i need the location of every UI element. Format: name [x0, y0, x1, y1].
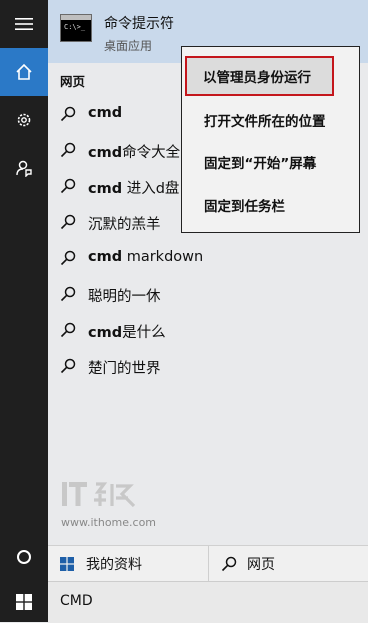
suggestion-rest-part: 楚门的世界	[88, 361, 161, 377]
suggestion-item[interactable]: cmd是什么	[48, 312, 368, 348]
suggestion-item[interactable]: cmd markdown	[48, 240, 368, 276]
bottom-tabs: 我的资料 网页	[48, 545, 368, 581]
suggestion-text: cmd是什么	[88, 321, 166, 342]
suggestion-bold-part: cmd	[88, 145, 123, 161]
command-prompt-icon: C:\>_	[60, 14, 92, 42]
suggestion-text: cmd	[88, 105, 122, 121]
suggestion-item[interactable]: 楚门的世界	[48, 348, 368, 384]
home-icon	[16, 63, 32, 80]
suggestion-text: cmd 进入d盘	[88, 177, 179, 198]
ithome-url: www.ithome.com	[61, 516, 157, 529]
my-stuff-tab[interactable]: 我的资料	[48, 546, 208, 581]
result-subtitle: 桌面应用	[104, 39, 153, 53]
suggestion-bold-part: cmd	[88, 105, 123, 121]
home-button[interactable]	[0, 48, 48, 96]
windows-logo-icon	[16, 593, 32, 610]
ithome-logo	[60, 478, 140, 514]
suggestion-rest-part: 进入d盘	[122, 181, 180, 197]
suggestion-text: 聪明的一休	[88, 285, 161, 306]
my-stuff-label: 我的资料	[86, 556, 142, 573]
settings-button[interactable]	[0, 96, 48, 144]
search-icon	[60, 214, 76, 230]
suggestion-rest-part: 聪明的一休	[88, 289, 161, 305]
cortana-button[interactable]	[0, 533, 48, 581]
suggestion-bold-part: cmd	[88, 181, 123, 197]
suggestion-rest-part: 沉默的羔羊	[88, 217, 161, 233]
web-tab-label: 网页	[247, 556, 275, 573]
suggestion-rest-part: 是什么	[122, 325, 166, 341]
suggestion-text: 楚门的世界	[88, 357, 161, 378]
context-menu-item[interactable]: 以管理员身份运行	[185, 56, 334, 96]
cmd-thumb-text: C:\>_	[64, 23, 86, 31]
hamburger-menu-button[interactable]	[0, 0, 48, 48]
search-input-value[interactable]: CMD	[60, 593, 93, 609]
search-icon	[60, 178, 76, 194]
suggestion-text: 沉默的羔羊	[88, 213, 161, 234]
suggestion-rest-part: markdown	[122, 249, 204, 265]
context-menu-item[interactable]: 固定到任务栏	[182, 185, 359, 225]
context-menu: 以管理员身份运行 打开文件所在的位置 固定到“开始”屏幕 固定到任务栏	[181, 46, 360, 233]
search-icon	[60, 358, 76, 374]
windows-logo-small-icon	[60, 556, 74, 571]
search-icon	[221, 556, 237, 571]
web-section-label: 网页	[60, 74, 86, 89]
suggestion-rest-part: 命令大全	[122, 145, 181, 161]
suggestion-bold-part: cmd	[88, 249, 123, 265]
suggestion-text: cmd markdown	[88, 249, 203, 265]
search-icon	[60, 250, 76, 266]
left-rail	[0, 0, 48, 622]
feedback-icon	[16, 160, 32, 177]
context-menu-item[interactable]: 打开文件所在的位置	[182, 100, 359, 140]
hamburger-icon	[15, 18, 33, 30]
web-tab[interactable]: 网页	[208, 546, 368, 581]
cortana-circle-icon	[17, 550, 31, 564]
search-icon	[60, 286, 76, 302]
feedback-button[interactable]	[0, 144, 48, 192]
result-title: 命令提示符	[104, 16, 174, 32]
search-box[interactable]: CMD	[48, 581, 368, 623]
context-menu-item[interactable]: 固定到“开始”屏幕	[182, 142, 359, 182]
suggestion-bold-part: cmd	[88, 325, 123, 341]
suggestion-item[interactable]: 聪明的一休	[48, 276, 368, 312]
start-button[interactable]	[0, 581, 48, 622]
suggestion-text: cmd命令大全	[88, 141, 180, 162]
search-icon	[60, 106, 76, 122]
gear-icon	[17, 113, 31, 127]
search-icon	[60, 322, 76, 338]
search-icon	[60, 142, 76, 158]
